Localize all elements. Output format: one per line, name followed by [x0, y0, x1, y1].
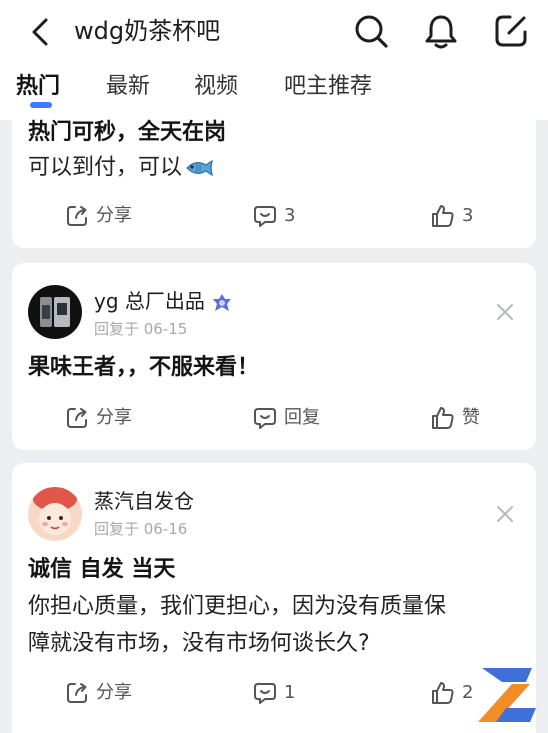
fish-emoji-icon — [186, 159, 213, 177]
like-label: 赞 — [462, 407, 480, 428]
post-body-text: 可以到付，可以 — [28, 155, 183, 180]
close-icon[interactable] — [494, 301, 516, 323]
comment-icon — [254, 683, 276, 704]
like-button[interactable]: 2 — [430, 675, 473, 711]
search-icon[interactable] — [352, 12, 390, 50]
post-actions: 分享 回复 赞 — [12, 400, 536, 436]
share-label: 分享 — [96, 205, 132, 226]
forum-title: wdg奶茶杯吧 — [74, 17, 221, 45]
post-card[interactable]: 蒸汽自发仓 回复于 06-16 诚信 自发 当天 你担心质量，我们更担心，因为没… — [12, 463, 536, 733]
reply-time: 回复于 06-16 — [94, 520, 188, 538]
share-button[interactable]: 分享 — [64, 675, 132, 711]
comment-button[interactable]: 3 — [252, 198, 295, 234]
share-icon — [67, 408, 87, 428]
tab-latest[interactable]: 最新 — [106, 70, 150, 104]
username[interactable]: 蒸汽自发仓 — [94, 487, 194, 515]
top-bar: wdg奶茶杯吧 热门 最新 视频 吧主推荐 — [0, 0, 548, 120]
share-label: 分享 — [96, 407, 132, 428]
share-button[interactable]: 分享 — [64, 198, 132, 234]
thumbs-up-icon — [432, 205, 454, 227]
post-actions: 分享 3 3 — [12, 198, 536, 234]
avatar-image — [28, 285, 82, 339]
share-label: 分享 — [96, 682, 132, 703]
post-card[interactable]: yg 总厂出品 回复于 06-15 果味王者，，不服来看！ 分享 回复 赞 — [12, 263, 536, 450]
like-count: 3 — [462, 205, 474, 226]
post-title: 诚信 自发 当天 — [28, 557, 176, 582]
edit-icon[interactable] — [492, 12, 530, 50]
tab-video[interactable]: 视频 — [194, 70, 238, 104]
avatar[interactable] — [28, 285, 82, 339]
post-title: 热门可秒，全天在岗 — [28, 120, 227, 145]
thumbs-up-icon — [432, 407, 454, 429]
post-title: 果味王者，，不服来看！ — [28, 355, 260, 380]
tab-hot[interactable]: 热门 — [16, 70, 60, 104]
post-card[interactable]: 热门可秒，全天在岗 可以到付，可以 分享 3 3 — [12, 108, 536, 248]
share-button[interactable]: 分享 — [64, 400, 132, 436]
comment-icon — [254, 206, 276, 227]
username[interactable]: yg 总厂出品 — [94, 287, 233, 315]
like-button[interactable]: 3 — [430, 198, 473, 234]
reply-time: 回复于 06-15 — [94, 320, 188, 338]
comment-icon — [254, 408, 276, 429]
comment-button[interactable]: 回复 — [252, 400, 320, 436]
post-body-line: 可以到付，可以 — [28, 150, 214, 186]
comment-label: 回复 — [284, 407, 320, 428]
post-body-line: 障就没有市场，没有市场何谈长久? — [28, 631, 370, 656]
username-text: yg 总厂出品 — [94, 289, 205, 313]
avatar[interactable] — [28, 487, 82, 541]
post-actions: 分享 1 2 — [12, 675, 536, 711]
level-badge-icon — [212, 293, 231, 311]
comment-button[interactable]: 1 — [252, 675, 295, 711]
watermark-logo-icon — [478, 668, 536, 722]
tab-moderator-picks[interactable]: 吧主推荐 — [284, 70, 372, 104]
close-icon[interactable] — [494, 503, 516, 525]
comment-count: 3 — [284, 205, 296, 226]
comment-count: 1 — [284, 682, 296, 703]
back-icon[interactable] — [26, 14, 56, 50]
share-icon — [67, 683, 87, 703]
share-icon — [67, 206, 87, 226]
avatar-image — [28, 487, 82, 541]
thumbs-up-icon — [432, 682, 454, 704]
post-body-line: 你担心质量，我们更担心，因为没有质量保 — [28, 594, 447, 619]
bell-icon[interactable] — [422, 12, 460, 50]
like-button[interactable]: 赞 — [430, 400, 480, 436]
